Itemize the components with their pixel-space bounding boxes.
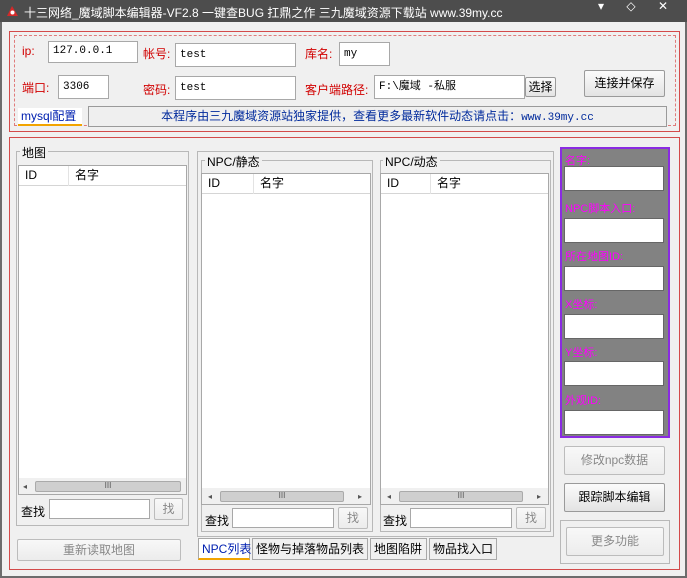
ip-label: ip: bbox=[22, 44, 35, 58]
npc-dynamic-search-input[interactable] bbox=[410, 508, 512, 528]
npc-static-title: NPC/静态 bbox=[205, 153, 262, 170]
npc-static-col-id[interactable]: ID bbox=[202, 174, 254, 194]
map-hscrollbar[interactable]: ◂ III bbox=[19, 478, 186, 494]
map-col-id[interactable]: ID bbox=[19, 166, 69, 186]
account-label: 帐号: bbox=[143, 47, 171, 61]
banner-link[interactable]: www.39my.cc bbox=[521, 112, 594, 124]
ip-input[interactable]: 127.0.0.1 bbox=[48, 41, 138, 63]
modify-npc-button[interactable]: 修改npc数据 bbox=[564, 446, 665, 475]
x-coord-label: X坐标: bbox=[565, 299, 598, 311]
scroll-thumb[interactable]: III bbox=[399, 491, 523, 502]
connect-save-button[interactable]: 连接并保存 bbox=[584, 70, 665, 97]
tab-npc-list[interactable]: NPC列表 bbox=[198, 538, 251, 560]
info-banner: 本程序由三九魔域资源站独家提供，查看更多最新软件动态请点击：www.39my.c… bbox=[88, 106, 667, 127]
app-icon bbox=[7, 6, 18, 16]
map-search-button[interactable]: 找 bbox=[154, 498, 183, 520]
scroll-left-icon[interactable]: ◂ bbox=[19, 478, 31, 494]
scroll-thumb[interactable]: III bbox=[35, 481, 181, 492]
window-frame-left bbox=[0, 22, 2, 578]
scroll-right-icon[interactable]: ▸ bbox=[533, 488, 545, 504]
tab-mysql-config[interactable]: mysql配置 bbox=[18, 108, 82, 126]
npc-static-search-input[interactable] bbox=[232, 508, 334, 528]
npc-dynamic-list-header: ID 名字 bbox=[381, 174, 548, 194]
close-icon: ✕ bbox=[657, 0, 669, 13]
maximize-button[interactable]: ◇ bbox=[618, 0, 644, 16]
tab-item-entry[interactable]: 物品找入口 bbox=[429, 538, 497, 560]
y-coord-label: Y坐标: bbox=[565, 347, 598, 359]
minimize-icon: ▾ bbox=[597, 0, 605, 13]
tab-monster-drops[interactable]: 怪物与掉落物品列表 bbox=[252, 538, 368, 560]
trace-script-button[interactable]: 跟踪脚本编辑 bbox=[564, 483, 665, 512]
x-coord-input[interactable] bbox=[564, 314, 664, 339]
banner-text: 本程序由三九魔域资源站独家提供，查看更多最新软件动态请点击： bbox=[161, 109, 522, 123]
close-button[interactable]: ✕ bbox=[650, 0, 676, 16]
map-search-label: 查找 bbox=[21, 505, 46, 519]
look-id-input[interactable] bbox=[564, 410, 664, 435]
port-input[interactable]: 3306 bbox=[58, 75, 109, 99]
more-functions-button[interactable]: 更多功能 bbox=[566, 527, 664, 556]
npc-static-col-name[interactable]: 名字 bbox=[254, 174, 370, 194]
tab-map-traps[interactable]: 地图陷阱 bbox=[370, 538, 427, 560]
look-id-label: 外观ID: bbox=[565, 395, 602, 407]
script-entry-input[interactable] bbox=[564, 218, 664, 243]
npc-dynamic-title: NPC/动态 bbox=[383, 153, 440, 170]
window-title: 十三网络_魔域脚本编辑器-VF2.8 一键查BUG 扛鼎之作 三九魔域资源下载站… bbox=[24, 6, 503, 20]
map-list-header: ID 名字 bbox=[19, 166, 186, 186]
npc-static-search-button[interactable]: 找 bbox=[338, 507, 368, 529]
map-list[interactable]: ID 名字 ◂ III bbox=[18, 165, 187, 495]
port-label: 端口: bbox=[22, 81, 50, 95]
scroll-thumb[interactable]: III bbox=[220, 491, 344, 502]
map-panel-title: 地图 bbox=[20, 144, 49, 161]
password-input[interactable]: test bbox=[175, 76, 296, 100]
scroll-right-icon[interactable]: ▸ bbox=[354, 488, 366, 504]
client-path-label: 客户端路径: bbox=[305, 83, 369, 97]
title-bar: 十三网络_魔域脚本编辑器-VF2.8 一键查BUG 扛鼎之作 三九魔域资源下载站… bbox=[0, 0, 687, 22]
npc-dynamic-list[interactable]: ID 名字 ◂ III ▸ bbox=[380, 173, 549, 505]
scroll-left-icon[interactable]: ◂ bbox=[204, 488, 216, 504]
map-id-input[interactable] bbox=[564, 266, 664, 291]
choose-path-button[interactable]: 选择 bbox=[525, 77, 556, 97]
npc-static-list-header: ID 名字 bbox=[202, 174, 370, 194]
map-col-name[interactable]: 名字 bbox=[69, 166, 186, 186]
db-name-label: 库名: bbox=[305, 47, 333, 61]
npc-dynamic-col-name[interactable]: 名字 bbox=[431, 174, 548, 194]
map-id-label: 所在地图ID: bbox=[565, 251, 624, 263]
y-coord-input[interactable] bbox=[564, 361, 664, 386]
map-search-input[interactable] bbox=[49, 499, 150, 519]
npc-static-hscrollbar[interactable]: ◂ III ▸ bbox=[202, 488, 370, 504]
maximize-icon: ◇ bbox=[626, 0, 636, 13]
npc-dynamic-hscrollbar[interactable]: ◂ III ▸ bbox=[381, 488, 548, 504]
name-input[interactable] bbox=[564, 166, 664, 191]
account-input[interactable]: test bbox=[175, 43, 296, 67]
db-name-input[interactable]: my bbox=[339, 42, 390, 66]
npc-static-list[interactable]: ID 名字 ◂ III ▸ bbox=[201, 173, 371, 505]
npc-dynamic-search-button[interactable]: 找 bbox=[516, 507, 546, 529]
script-entry-label: NPC脚本入口: bbox=[565, 203, 636, 215]
password-label: 密码: bbox=[143, 83, 171, 97]
client-path-input[interactable]: F:\魔域 -私服 bbox=[374, 75, 525, 99]
npc-dynamic-col-id[interactable]: ID bbox=[381, 174, 431, 194]
scroll-left-icon[interactable]: ◂ bbox=[383, 488, 395, 504]
npc-static-search-label: 查找 bbox=[205, 514, 230, 528]
reload-map-button[interactable]: 重新读取地图 bbox=[17, 539, 181, 561]
npc-dynamic-search-label: 查找 bbox=[383, 514, 408, 528]
minimize-button[interactable]: ▾ bbox=[588, 0, 614, 16]
